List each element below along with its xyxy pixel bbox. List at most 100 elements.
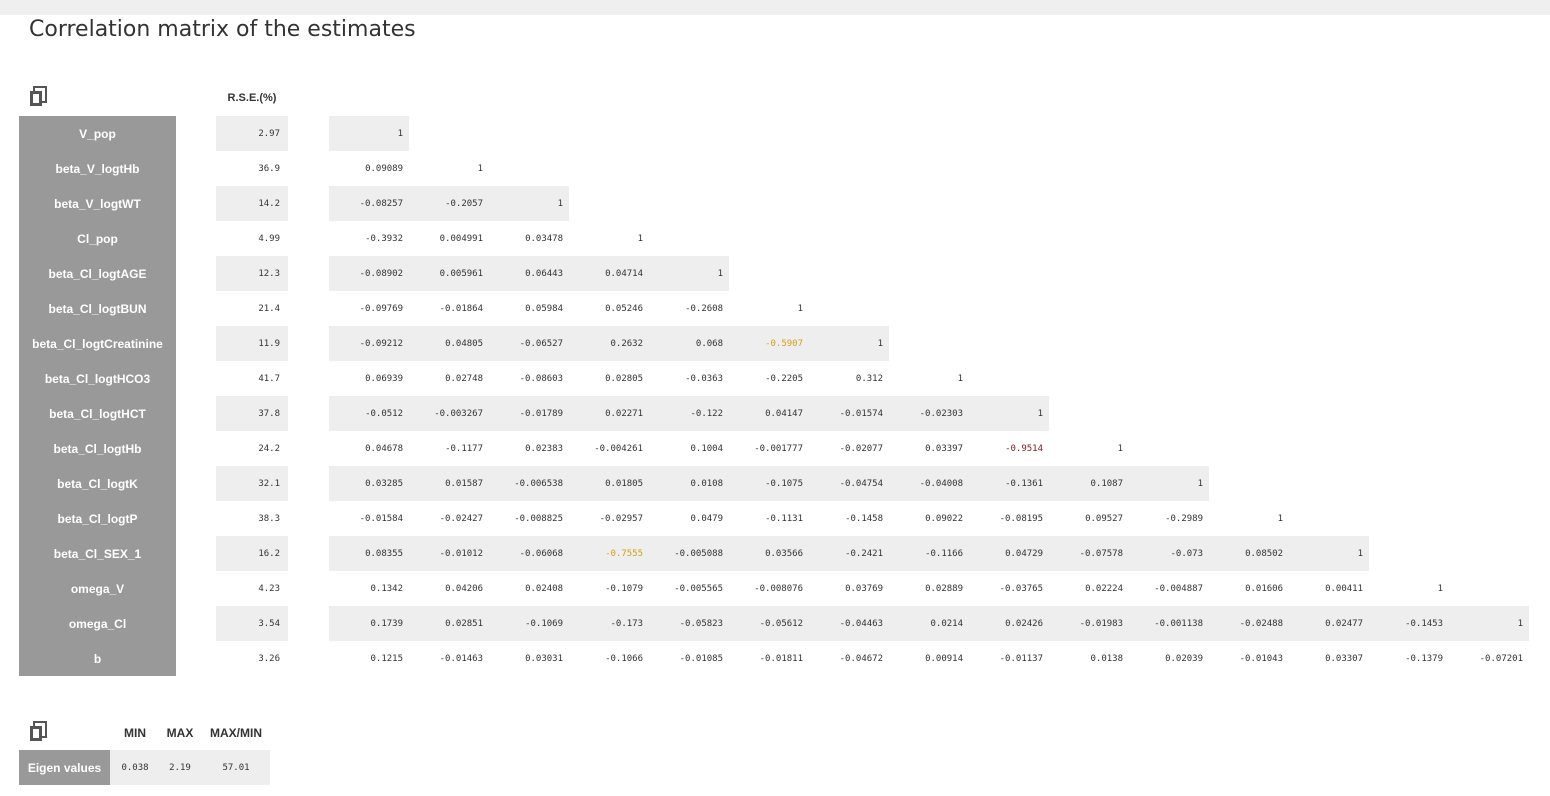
matrix-cell: 0.06443 <box>525 268 563 279</box>
matrix-cell: -0.1166 <box>925 548 963 559</box>
matrix-cell: 0.0214 <box>930 618 963 629</box>
matrix-cell: 0.04206 <box>445 583 483 594</box>
matrix-cell: -0.1069 <box>525 618 563 629</box>
matrix-cell: -0.173 <box>610 618 643 629</box>
matrix-cell: 0.02748 <box>445 373 483 384</box>
rse-value: 21.4 <box>258 303 280 314</box>
matrix-cell: 0.0479 <box>690 513 723 524</box>
matrix-cell: -0.09769 <box>359 303 403 314</box>
matrix-cell: 0.04805 <box>445 338 483 349</box>
matrix-cell: -0.003267 <box>434 408 483 419</box>
matrix-cell: -0.01811 <box>759 653 803 664</box>
matrix-cell: 0.03566 <box>765 548 803 559</box>
rse-value: 41.7 <box>258 373 280 384</box>
matrix-cell: -0.122 <box>690 408 723 419</box>
param-label: beta_Cl_logtHCO3 <box>19 361 176 396</box>
copy-eigen-icon[interactable] <box>29 721 49 743</box>
eigen-max: 2.19 <box>169 762 191 773</box>
eigen-min: 0.038 <box>121 762 149 773</box>
matrix-cell: -0.02957 <box>599 513 643 524</box>
eigen-label: Eigen values <box>19 750 110 785</box>
matrix-cell: -0.1177 <box>445 443 483 454</box>
matrix-cell: -0.05612 <box>759 618 803 629</box>
matrix-cell: -0.1379 <box>1405 653 1443 664</box>
matrix-cell: -0.09212 <box>359 338 403 349</box>
param-label: omega_V <box>19 571 176 606</box>
matrix-cell: 0.00914 <box>925 653 963 664</box>
matrix-cell: 0.1215 <box>370 653 403 664</box>
matrix-cell: 0.05984 <box>525 303 563 314</box>
matrix-cell: 0.03397 <box>925 443 963 454</box>
param-label: Cl_pop <box>19 221 176 256</box>
matrix-cell: 0.02805 <box>605 373 643 384</box>
matrix-cell: 1 <box>1037 408 1043 419</box>
matrix-cell: -0.001138 <box>1154 618 1203 629</box>
matrix-cell: 1 <box>637 233 643 244</box>
copy-icon[interactable] <box>29 86 49 108</box>
matrix-cell: -0.04463 <box>839 618 883 629</box>
matrix-cell: 0.02408 <box>525 583 563 594</box>
matrix-cell: -0.06068 <box>519 548 563 559</box>
matrix-cell: -0.1453 <box>1405 618 1443 629</box>
matrix-cell: -0.01584 <box>359 513 403 524</box>
matrix-cell: 0.04678 <box>365 443 403 454</box>
matrix-cell: -0.01864 <box>439 303 483 314</box>
matrix-cell: 1 <box>1437 583 1443 594</box>
matrix-cell: -0.01789 <box>519 408 563 419</box>
matrix-cell: -0.1131 <box>765 513 803 524</box>
matrix-cell: -0.04754 <box>839 478 883 489</box>
matrix-cell: -0.004887 <box>1154 583 1203 594</box>
matrix-cell: -0.08902 <box>359 268 403 279</box>
matrix-cell: 0.04714 <box>605 268 643 279</box>
param-label: omega_Cl <box>19 606 176 641</box>
matrix-cell: -0.07201 <box>1479 653 1523 664</box>
rse-value: 4.23 <box>258 583 280 594</box>
param-label: V_pop <box>19 116 176 151</box>
matrix-cell: 0.09089 <box>365 163 403 174</box>
matrix-cell: -0.2057 <box>445 198 483 209</box>
matrix-cell: -0.01085 <box>679 653 723 664</box>
matrix-cell: 0.01805 <box>605 478 643 489</box>
matrix-cell: -0.04672 <box>839 653 883 664</box>
matrix-cell: 1 <box>717 268 723 279</box>
rse-value: 3.26 <box>258 653 280 664</box>
matrix-cell: -0.1458 <box>845 513 883 524</box>
matrix-cell: -0.9514 <box>1005 443 1043 454</box>
matrix-cell: 1 <box>877 338 883 349</box>
matrix-cell: 0.00411 <box>1325 583 1363 594</box>
matrix-cell: 0.08355 <box>365 548 403 559</box>
matrix-cell: 0.02383 <box>525 443 563 454</box>
matrix-cell: 1 <box>1517 618 1523 629</box>
matrix-cell: 1 <box>397 128 403 139</box>
rse-value: 14.2 <box>216 186 288 221</box>
matrix-cell: 0.005961 <box>439 268 483 279</box>
param-label: beta_Cl_logtK <box>19 466 176 501</box>
matrix-cell: 0.1087 <box>1090 478 1123 489</box>
rse-value: 2.97 <box>216 116 288 151</box>
matrix-cell: -0.1075 <box>765 478 803 489</box>
param-label: beta_V_logtWT <box>19 186 176 221</box>
rse-value: 3.54 <box>216 606 288 641</box>
rse-value: 32.1 <box>216 466 288 501</box>
matrix-cell: -0.1361 <box>1005 478 1043 489</box>
matrix-cell: -0.08603 <box>519 373 563 384</box>
matrix-cell: 0.02039 <box>1165 653 1203 664</box>
matrix-cell: -0.08257 <box>359 198 403 209</box>
matrix-cell: 0.03307 <box>1325 653 1363 664</box>
matrix-cell: -0.005565 <box>674 583 723 594</box>
matrix-cell: 1 <box>1357 548 1363 559</box>
eigen-header-ratio: MAX/MIN <box>210 726 262 740</box>
matrix-cell: 0.2632 <box>610 338 643 349</box>
param-label: beta_Cl_logtHCT <box>19 396 176 431</box>
matrix-cell: -0.2205 <box>765 373 803 384</box>
rse-value: 24.2 <box>258 443 280 454</box>
matrix-cell: 0.02889 <box>925 583 963 594</box>
matrix-cell: -0.0363 <box>685 373 723 384</box>
param-label: beta_Cl_logtAGE <box>19 256 176 291</box>
param-label: beta_V_logtHb <box>19 151 176 186</box>
matrix-cell: -0.2989 <box>1165 513 1203 524</box>
matrix-cell: -0.08195 <box>999 513 1043 524</box>
matrix-cell: -0.008076 <box>754 583 803 594</box>
matrix-cell: 0.05246 <box>605 303 643 314</box>
matrix-cell: -0.005088 <box>674 548 723 559</box>
